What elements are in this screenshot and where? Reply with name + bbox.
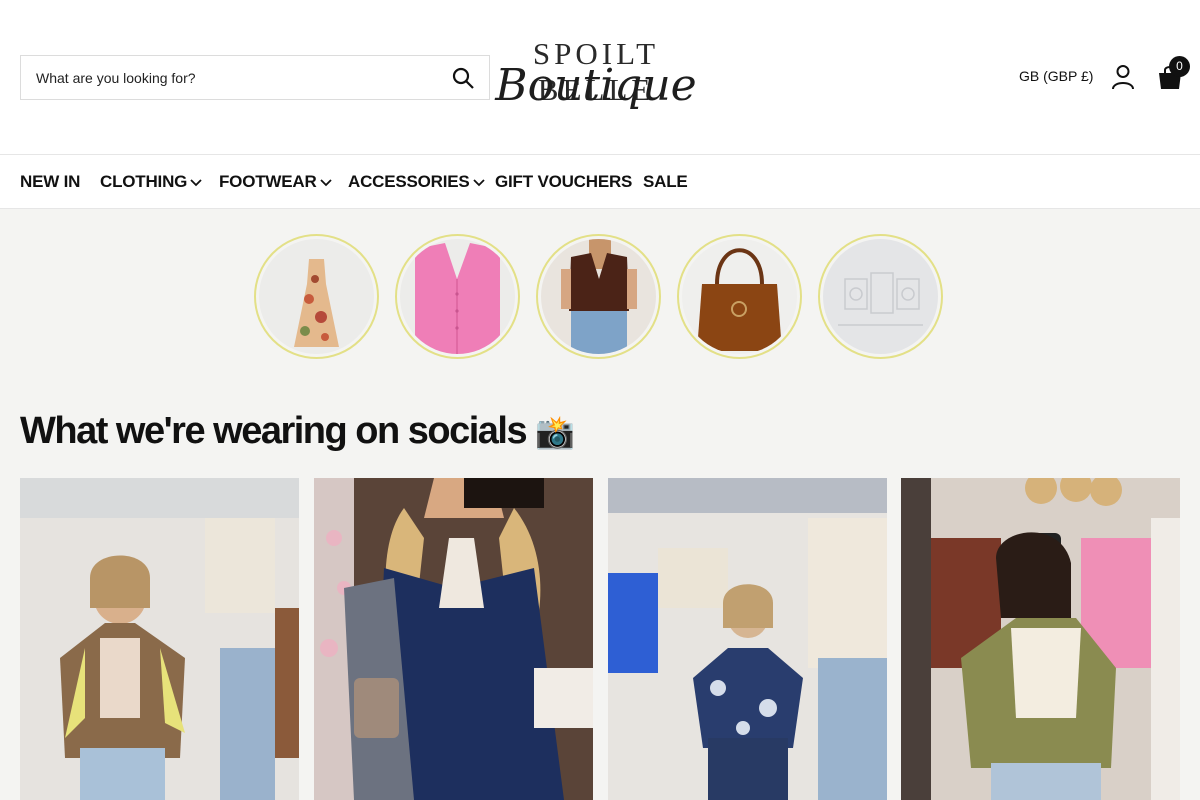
- gift-voucher-placeholder-image: [823, 239, 938, 354]
- search-bar: [20, 55, 490, 100]
- category-circles: [0, 234, 1200, 360]
- site-header: SPOILT BELLE Boutique GB (GBP £) 0: [0, 0, 1200, 155]
- account-icon[interactable]: [1111, 64, 1135, 90]
- nav-item-sale[interactable]: SALE: [643, 172, 688, 192]
- chevron-down-icon: [190, 178, 202, 186]
- search-input[interactable]: [21, 56, 441, 99]
- bag-count-badge: 0: [1169, 56, 1190, 77]
- socials-title: What we're wearing on socials: [20, 410, 528, 452]
- nav-item-gift-vouchers[interactable]: GIFT VOUCHERS: [495, 172, 632, 192]
- pink-shirt-image: [400, 239, 515, 354]
- nav-item-label: CLOTHING: [100, 172, 188, 191]
- tan-handbag-image: [682, 239, 797, 354]
- nav-item-accessories[interactable]: ACCESSORIES: [348, 172, 485, 192]
- chevron-down-icon: [472, 178, 485, 186]
- socials-heading: What we're wearing on socials 📸: [20, 410, 575, 453]
- social-post-1[interactable]: [20, 478, 299, 800]
- category-circle-bags[interactable]: [677, 234, 802, 359]
- nav-item-label: FOOTWEAR: [219, 172, 317, 191]
- logo-script: Boutique: [495, 60, 697, 111]
- nav-item-footwear[interactable]: FOOTWEAR: [219, 172, 332, 192]
- category-circle-shirts[interactable]: [395, 234, 520, 359]
- social-post-3[interactable]: [608, 478, 887, 800]
- chevron-down-icon: [319, 178, 332, 186]
- socials-gallery: [20, 478, 1180, 800]
- brown-waistcoat-image: [541, 239, 656, 354]
- category-circle-gifts[interactable]: [818, 234, 943, 359]
- category-circle-dresses[interactable]: [254, 234, 379, 359]
- camera-flash-icon: 📸: [535, 414, 575, 450]
- floral-dress-image: [259, 239, 374, 354]
- nav-item-label: GIFT VOUCHERS: [495, 172, 633, 191]
- nav-item-label: NEW IN: [20, 172, 81, 191]
- nav-item-clothing[interactable]: CLOTHING: [100, 172, 202, 192]
- nav-item-label: ACCESSORIES: [348, 172, 470, 191]
- category-circle-tops[interactable]: [536, 234, 661, 359]
- main-navigation: NEW IN CLOTHING FOOTWEAR ACCESSORIES GIF…: [0, 155, 1200, 209]
- currency-selector[interactable]: GB (GBP £): [1019, 68, 1093, 84]
- social-post-4[interactable]: [901, 478, 1180, 800]
- nav-item-label: SALE: [643, 172, 688, 191]
- store-logo[interactable]: SPOILT BELLE Boutique: [470, 36, 722, 126]
- social-post-2[interactable]: [314, 478, 593, 800]
- nav-item-new-in[interactable]: NEW IN: [20, 172, 80, 192]
